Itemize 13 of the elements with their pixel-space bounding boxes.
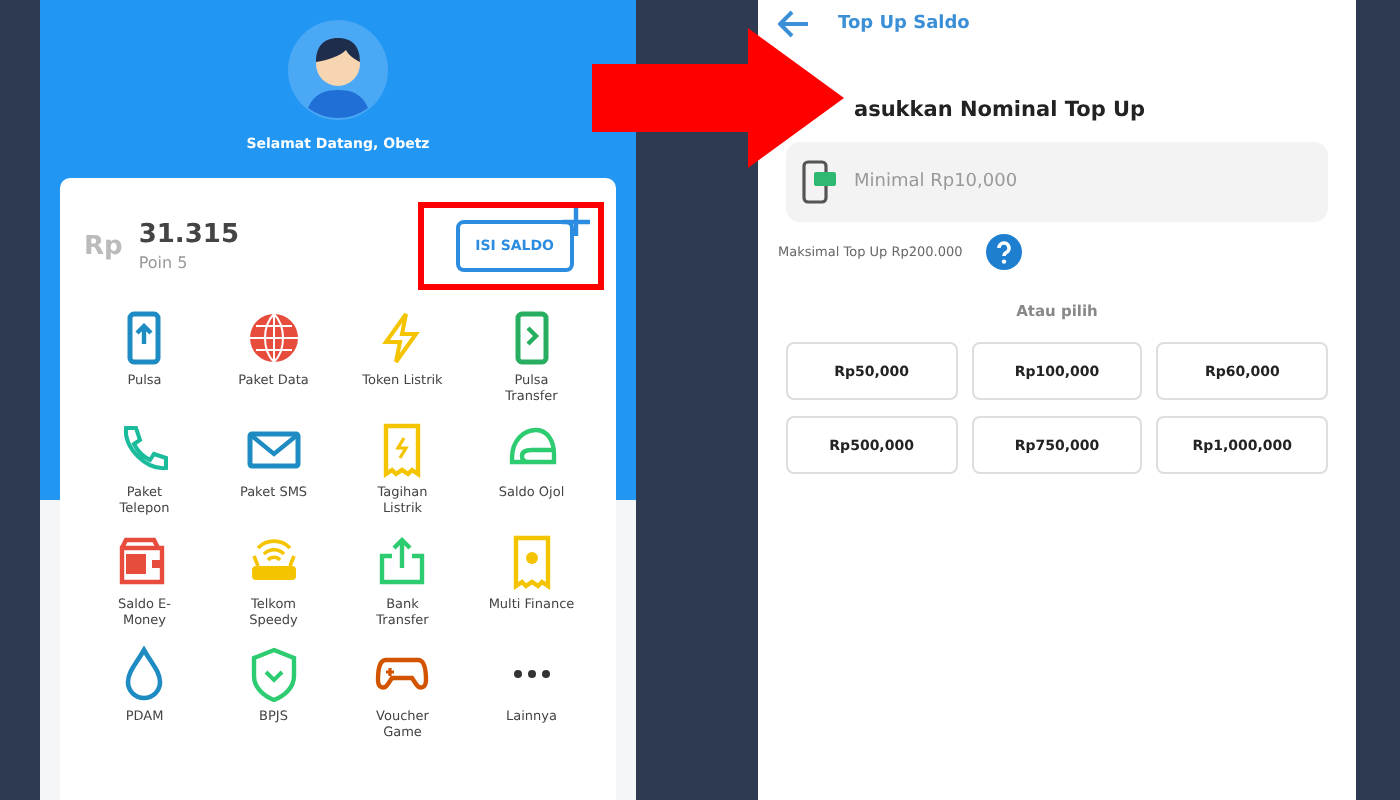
avatar-icon — [288, 20, 388, 120]
globe-icon — [245, 310, 302, 366]
plus-icon — [560, 206, 592, 238]
balance-amount: 31.315 — [138, 220, 239, 250]
points-text: Poin 5 — [138, 254, 190, 272]
currency-label: Rp — [84, 231, 123, 261]
help-icon[interactable] — [986, 234, 1023, 270]
amount-input-field[interactable]: Minimal Rp10,000 — [786, 142, 1328, 222]
screen-title: Top Up Saldo — [838, 14, 970, 34]
section-heading: asukkan Nominal Top Up — [852, 98, 1148, 122]
back-arrow-icon[interactable] — [778, 10, 810, 38]
pointer-arrow-icon — [592, 28, 844, 168]
more-icon — [511, 667, 552, 680]
